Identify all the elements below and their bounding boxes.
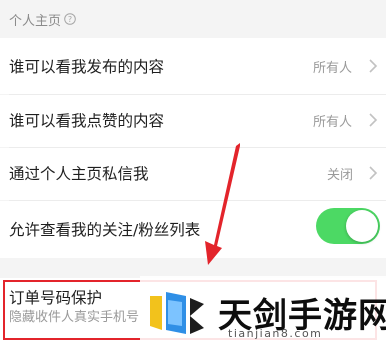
watermark-url: tianjian8.com bbox=[228, 327, 323, 340]
watermark: 天剑手游网 tianjian8.com bbox=[140, 276, 386, 345]
watermark-logo-icon bbox=[150, 292, 204, 334]
